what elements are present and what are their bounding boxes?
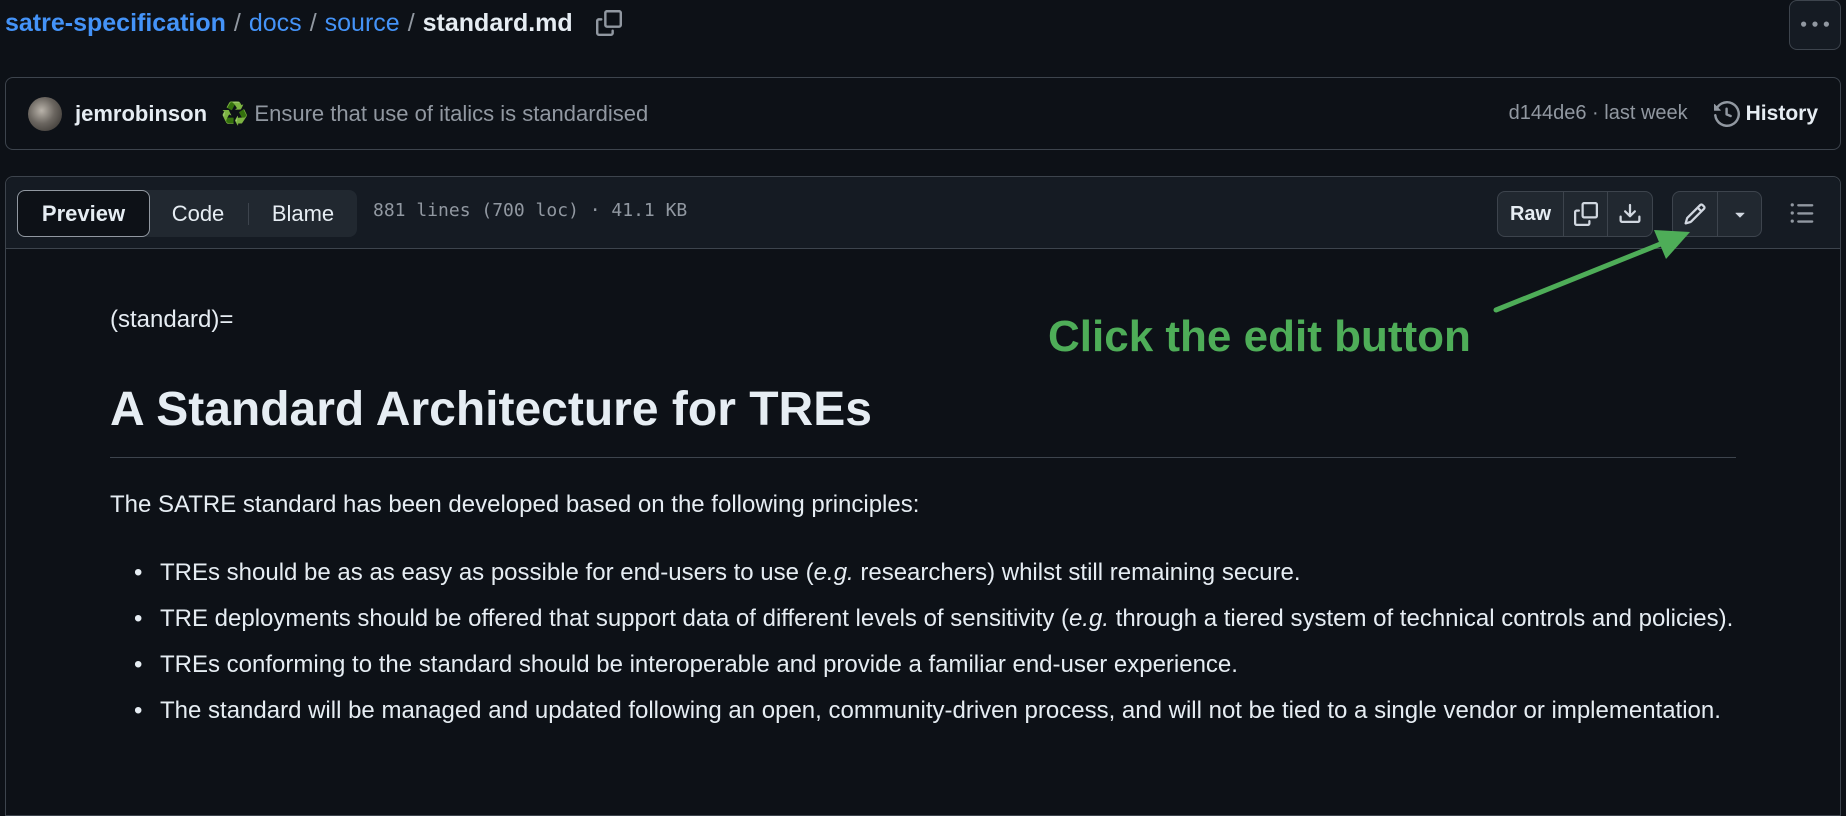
breadcrumb-separator: / — [407, 8, 415, 37]
list-item-text: The standard will be managed and updated… — [160, 697, 1721, 724]
pencil-icon — [1684, 203, 1706, 225]
commit-message-link[interactable]: Ensure that use of italics is standardis… — [254, 101, 648, 127]
history-button[interactable]: History — [1713, 100, 1818, 127]
breadcrumb: satre-specification / docs / source / st… — [5, 4, 623, 42]
kebab-horizontal-icon — [1801, 21, 1829, 27]
copy-path-button[interactable] — [595, 9, 623, 37]
markdown-intro-paragraph: The SATRE standard has been developed ba… — [110, 491, 920, 518]
annotation-label: Click the edit button — [1048, 312, 1471, 361]
list-item: TRE deployments should be offered that s… — [134, 600, 1740, 638]
history-label: History — [1745, 101, 1818, 125]
list-item-emphasis: e.g. — [813, 559, 854, 586]
triangle-down-icon — [1734, 212, 1745, 218]
list-item-emphasis: e.g. — [1068, 605, 1109, 632]
download-button[interactable] — [1608, 192, 1652, 236]
list-item-text: TRE deployments should be offered that s… — [160, 605, 1069, 632]
list-item-text: TREs should be as as easy as possible fo… — [160, 559, 814, 586]
copy-raw-button[interactable] — [1564, 192, 1608, 236]
heading-divider — [110, 457, 1736, 458]
list-item: TREs should be as as easy as possible fo… — [134, 554, 1740, 592]
principles-list: TREs should be as as easy as possible fo… — [134, 554, 1740, 738]
list-item-text: TREs conforming to the standard should b… — [160, 651, 1238, 678]
edit-button[interactable] — [1673, 192, 1718, 236]
commit-hash-and-date[interactable]: d144de6 · last week — [1509, 102, 1688, 125]
breadcrumb-repo-link[interactable]: satre-specification — [5, 9, 226, 38]
more-options-button[interactable] — [1789, 0, 1841, 50]
edit-options-dropdown[interactable] — [1718, 192, 1761, 236]
tab-blame[interactable]: Blame — [249, 190, 357, 237]
list-item: The standard will be managed and updated… — [134, 692, 1740, 730]
file-header: Preview Code Blame 881 lines (700 loc) ·… — [6, 177, 1840, 249]
markdown-label-line: (standard)= — [110, 306, 234, 333]
list-item-text: researchers) whilst still remaining secu… — [853, 559, 1301, 586]
breadcrumb-file-name: standard.md — [422, 8, 573, 37]
list-item: TREs conforming to the standard should b… — [134, 646, 1740, 684]
breadcrumb-separator: / — [233, 8, 241, 37]
tab-code[interactable]: Code — [150, 190, 246, 237]
copy-icon — [595, 10, 622, 36]
breadcrumb-separator: / — [309, 8, 317, 37]
raw-button[interactable]: Raw — [1498, 192, 1564, 236]
commit-author-link[interactable]: jemrobinson — [75, 101, 207, 127]
breadcrumb-source-link[interactable]: source — [325, 9, 400, 38]
list-item-text: through a tiered system of technical con… — [1108, 605, 1734, 632]
avatar[interactable] — [28, 96, 62, 131]
file-stats: 881 lines (700 loc) · 41.1 KB — [373, 200, 688, 221]
raw-actions-group: Raw — [1497, 191, 1653, 237]
latest-commit-bar: jemrobinson ♻️ Ensure that use of italic… — [5, 77, 1841, 150]
symbols-outline-button[interactable] — [1779, 191, 1825, 235]
markdown-heading: A Standard Architecture for TREs — [110, 383, 872, 436]
download-icon — [1619, 203, 1641, 223]
history-icon — [1713, 100, 1740, 127]
recycle-emoji-icon: ♻️ — [221, 100, 249, 126]
list-unordered-icon — [1790, 203, 1814, 223]
tab-preview[interactable]: Preview — [17, 190, 150, 237]
view-mode-tabs: Preview Code Blame — [17, 190, 357, 237]
edit-actions-group — [1672, 191, 1762, 237]
breadcrumb-docs-link[interactable]: docs — [249, 9, 302, 38]
copy-icon — [1573, 202, 1598, 226]
